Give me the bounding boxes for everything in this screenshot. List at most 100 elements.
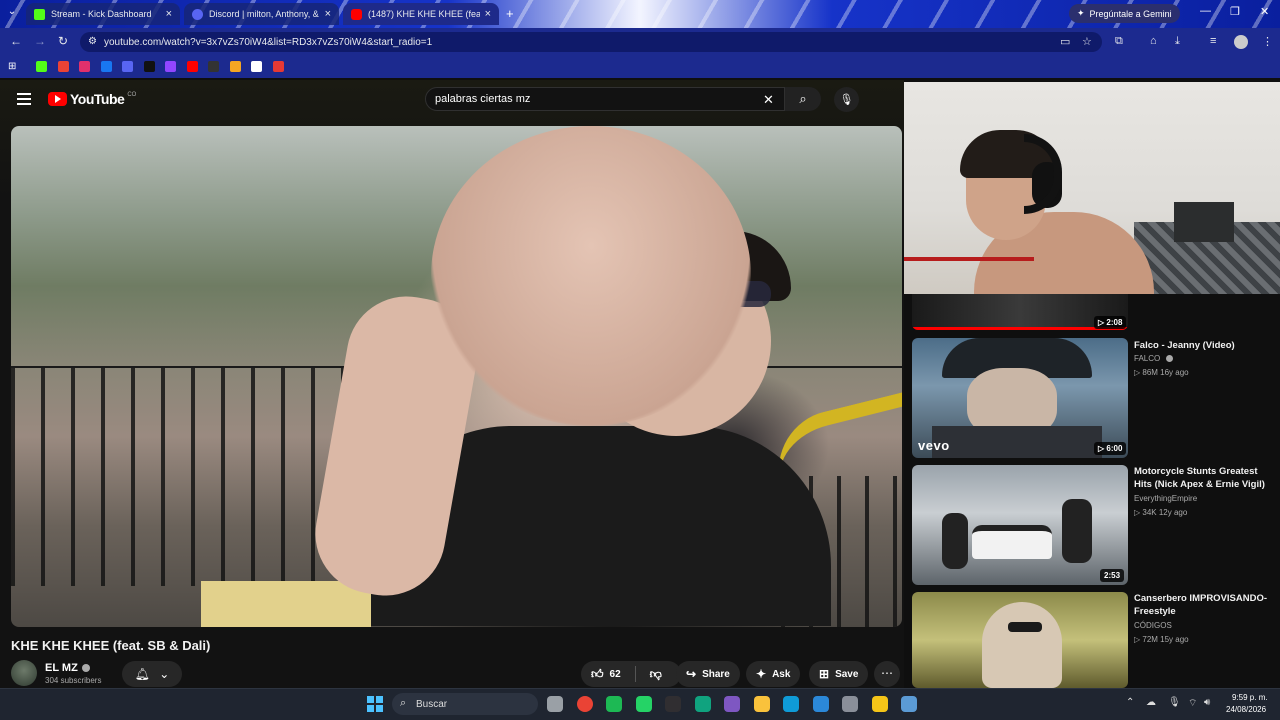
- share-button[interactable]: ↪ Share: [676, 661, 740, 687]
- search-button[interactable]: ⌕: [785, 87, 821, 111]
- vpn-icon[interactable]: ⌂: [1150, 35, 1157, 47]
- bookmark-bookmark-10-icon[interactable]: [229, 61, 241, 72]
- ask-button[interactable]: ✦ Ask: [746, 661, 801, 687]
- restore-button[interactable]: ❐: [1230, 5, 1240, 18]
- chevron-up-icon[interactable]: ⌃: [1126, 697, 1134, 708]
- menu-hamburger-icon[interactable]: [17, 93, 31, 108]
- app-blue-taskbar-icon[interactable]: [901, 696, 917, 712]
- discord-icon: [192, 8, 203, 20]
- recommendation-title[interactable]: Falco - Jeanny (Video): [1134, 339, 1274, 352]
- close-icon[interactable]: ×: [166, 8, 172, 20]
- save-button[interactable]: ⊞ Save: [809, 661, 869, 687]
- extensions-icon[interactable]: ⧉: [1115, 35, 1123, 48]
- bookmark-bookmark-9-icon[interactable]: [208, 61, 219, 72]
- site-info-icon[interactable]: ⚙: [88, 36, 97, 47]
- reload-icon[interactable]: ↻: [55, 34, 71, 48]
- store-taskbar-icon[interactable]: [812, 696, 829, 712]
- bookmark-twitch-icon[interactable]: [165, 61, 176, 72]
- windows-start-icon[interactable]: [367, 696, 383, 712]
- bookmark-youtube-icon[interactable]: [186, 61, 198, 72]
- address-bar[interactable]: ⚙ youtube.com/watch?v=3x7vZs70iW4&list=R…: [80, 32, 1102, 52]
- search-input[interactable]: palabras ciertas mz: [425, 87, 785, 111]
- recommendation-meta: ▷ 86M 16y ago: [1134, 368, 1189, 377]
- clock-date[interactable]: 24/08/2026: [1226, 705, 1266, 714]
- settings-taskbar-icon[interactable]: [842, 696, 858, 712]
- channel-avatar[interactable]: [11, 660, 37, 686]
- whatsapp-taskbar-icon[interactable]: [635, 696, 652, 712]
- save-label: Save: [835, 668, 859, 680]
- share-label: Share: [702, 668, 730, 680]
- youtube-logo[interactable]: YouTube CO: [48, 91, 136, 107]
- tab-kick[interactable]: Stream - Kick Dashboard ×: [26, 3, 180, 25]
- download-icon[interactable]: ⤓: [1175, 35, 1180, 48]
- winrar-taskbar-icon[interactable]: [724, 696, 740, 712]
- menu-icon[interactable]: ⋮: [1262, 35, 1273, 48]
- chatgpt-taskbar-icon[interactable]: [694, 696, 711, 712]
- forward-arrow-icon[interactable]: →: [32, 34, 48, 48]
- microphone-icon[interactable]: 🎙: [1168, 697, 1181, 708]
- dislike-icon[interactable]: 👎︎: [650, 667, 662, 682]
- bookmark-kick-icon[interactable]: [36, 61, 47, 72]
- video-player[interactable]: [11, 126, 902, 627]
- tab-search-icon[interactable]: ⌄: [4, 6, 20, 22]
- cast-icon[interactable]: ▭: [1060, 35, 1070, 48]
- back-arrow-icon[interactable]: ←: [8, 34, 24, 48]
- close-window-button[interactable]: ✕: [1260, 5, 1269, 18]
- bookmark-gmail-icon[interactable]: [57, 61, 69, 72]
- like-icon[interactable]: 👍︎: [591, 667, 604, 682]
- chrome-taskbar-icon[interactable]: [576, 696, 593, 712]
- search-icon: ⌕: [799, 91, 807, 106]
- bookmark-star-icon[interactable]: ☆: [1082, 35, 1092, 48]
- app-yellow-taskbar-icon[interactable]: [871, 696, 888, 712]
- voice-search-button[interactable]: 🎙: [834, 87, 859, 112]
- wifi-icon[interactable]: ⌔: [1188, 697, 1197, 710]
- taskbar-search-input[interactable]: ⌕ Buscar: [392, 693, 538, 715]
- bookmark-bookmark-12-icon[interactable]: [272, 61, 284, 72]
- tab-discord[interactable]: Discord | milton, Anthony, & Ba ×: [184, 3, 339, 25]
- clear-search-icon[interactable]: ✕: [763, 92, 774, 108]
- bookmark-instagram-icon[interactable]: [79, 61, 90, 72]
- bookmark-discord-icon[interactable]: [122, 61, 133, 72]
- subscription-bell-button[interactable]: 🔔︎ ⌄: [122, 661, 182, 687]
- reading-list-icon[interactable]: ≡: [1210, 35, 1216, 47]
- verified-icon: [1166, 355, 1174, 363]
- edge-taskbar-icon[interactable]: [783, 696, 799, 712]
- task-view-taskbar-icon[interactable]: [547, 696, 563, 712]
- search-icon: ⌕: [400, 697, 407, 709]
- close-icon[interactable]: ×: [325, 8, 331, 20]
- more-actions-button[interactable]: ⋯: [874, 661, 900, 687]
- volume-icon[interactable]: 🔊︎: [1204, 697, 1210, 708]
- webcam-overlay: [904, 82, 1280, 294]
- close-icon[interactable]: ×: [485, 8, 491, 20]
- bookmark-google-icon[interactable]: [251, 61, 262, 72]
- bookmark-tiktok-icon[interactable]: [143, 61, 155, 72]
- recommendation-thumbnail[interactable]: [912, 592, 1128, 688]
- recommendation-channel[interactable]: EverythingEmpire: [1134, 494, 1197, 503]
- recommendation-title[interactable]: Canserbero IMPROVISANDO-Freestyle: [1134, 592, 1274, 618]
- bookmark-facebook-icon[interactable]: [100, 61, 112, 72]
- gemini-button[interactable]: ✦ Pregúntale a Gemini: [1069, 4, 1180, 23]
- obs-taskbar-icon[interactable]: [665, 696, 681, 712]
- recommendation-title[interactable]: Motorcycle Stunts Greatest Hits (Nick Ap…: [1134, 465, 1274, 491]
- spotify-taskbar-icon[interactable]: [606, 696, 622, 712]
- recommendation-channel[interactable]: CÓDIGOS: [1134, 621, 1172, 630]
- recommendation-thumbnail[interactable]: [912, 465, 1128, 585]
- apps-grid-icon[interactable]: ⊞: [8, 61, 19, 72]
- minimize-button[interactable]: —: [1200, 5, 1211, 17]
- clock-time[interactable]: 9:59 p. m.: [1232, 693, 1268, 702]
- network-icon[interactable]: ☁: [1146, 697, 1156, 708]
- search-query-text: palabras ciertas mz: [435, 93, 531, 105]
- recommendation-thumbnail[interactable]: vevo: [912, 338, 1128, 458]
- channel-name[interactable]: EL MZ: [45, 662, 90, 674]
- profile-avatar[interactable]: [1234, 35, 1248, 49]
- like-count: 62: [609, 668, 621, 680]
- ask-label: Ask: [772, 668, 791, 680]
- vevo-logo: vevo: [918, 438, 950, 453]
- tab-youtube-active[interactable]: (1487) KHE KHE KHEE (feat. SB ×: [343, 3, 499, 25]
- file-explorer-taskbar-icon[interactable]: [753, 696, 770, 712]
- sparkle-icon: ✦: [756, 667, 767, 681]
- recommendation-channel[interactable]: FALCO: [1134, 354, 1174, 363]
- url-text: youtube.com/watch?v=3x7vZs70iW4&list=RD3…: [104, 36, 433, 48]
- new-tab-button[interactable]: +: [506, 6, 514, 21]
- youtube-play-icon: [48, 92, 67, 106]
